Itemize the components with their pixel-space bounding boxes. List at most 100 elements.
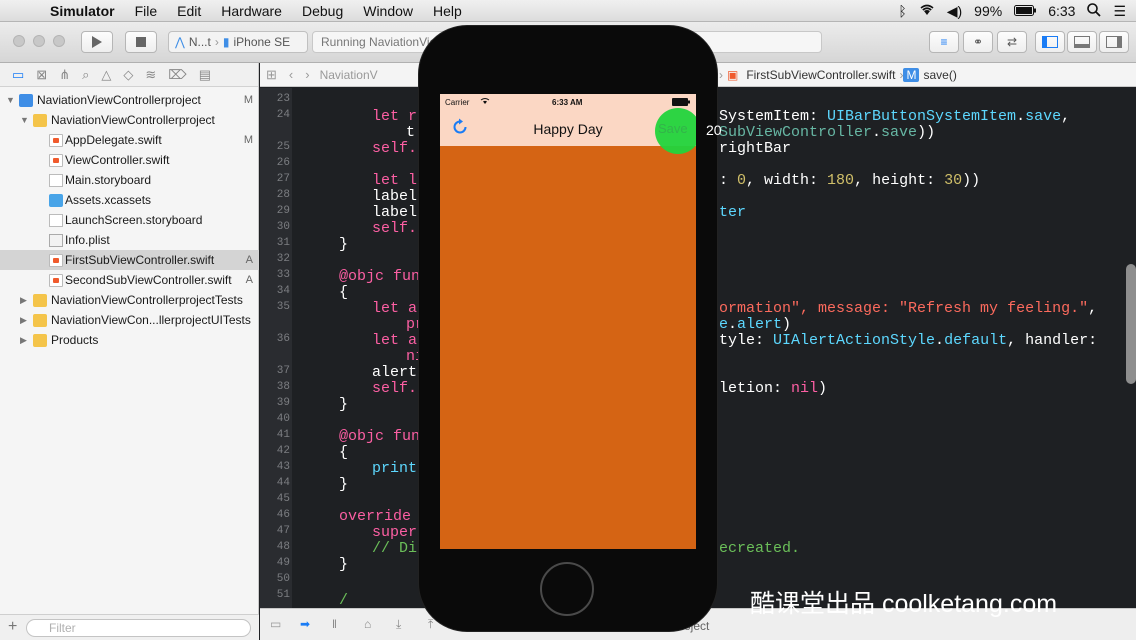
report-icon[interactable]: ▤ <box>199 67 211 83</box>
menu-debug[interactable]: Debug <box>292 3 353 19</box>
toggle-utilities-button[interactable] <box>1099 31 1129 53</box>
test-icon[interactable]: ◇ <box>123 67 133 83</box>
tree-item-file[interactable]: Main.storyboard <box>0 170 259 190</box>
disclosure-closed-icon[interactable]: ▶ <box>20 335 27 346</box>
menu-file[interactable]: File <box>125 3 168 19</box>
hierarchy-icon[interactable]: ⋔ <box>59 67 70 83</box>
version-editor-button[interactable]: ⇄ <box>997 31 1027 53</box>
battery-percent[interactable]: 99% <box>974 3 1002 19</box>
add-file-button[interactable]: + <box>8 618 17 636</box>
code-token: label <box>372 188 418 205</box>
battery-icon <box>672 98 690 108</box>
wifi-icon[interactable] <box>919 3 935 19</box>
tree-item-file[interactable]: Info.plist <box>0 230 259 250</box>
code-token: override f <box>339 508 430 525</box>
ios-clock: 6:33 AM <box>552 98 583 107</box>
code-token: "Refresh my feeling." <box>899 300 1089 317</box>
tree-item-file[interactable]: AppDelegate.swift M <box>0 130 259 150</box>
tree-item-group[interactable]: ▶ NaviationViewCon...llerprojectUITests <box>0 310 259 330</box>
minimize-window-button[interactable] <box>33 35 45 47</box>
hide-debug-area-icon[interactable]: ▭ <box>270 617 281 631</box>
tree-item-label: Assets.xcassets <box>65 193 152 207</box>
toggle-navigator-button[interactable] <box>1035 31 1065 53</box>
breadcrumb-project[interactable]: NaviationV <box>316 68 382 82</box>
issue-icon[interactable]: △ <box>101 67 111 83</box>
bluetooth-icon[interactable]: ᛒ <box>898 3 906 19</box>
disclosure-open-icon[interactable]: ▼ <box>6 95 15 105</box>
plist-file-icon <box>49 233 63 247</box>
notification-center-icon[interactable]: ☰ <box>1113 3 1126 20</box>
zoom-window-button[interactable] <box>53 35 65 47</box>
project-icon <box>19 93 33 107</box>
code-line-37: alert. <box>372 364 426 381</box>
tree-item-file[interactable]: LaunchScreen.storyboard <box>0 210 259 230</box>
assistant-editor-button[interactable]: ⚭ <box>963 31 993 53</box>
stop-button[interactable] <box>125 31 157 53</box>
battery-icon[interactable] <box>1014 3 1037 19</box>
tree-item-file[interactable]: Assets.xcassets <box>0 190 259 210</box>
code-token: , width: <box>746 172 828 189</box>
volume-icon[interactable]: ◀︎) <box>947 3 962 20</box>
step-into-icon[interactable]: ⤓ <box>396 617 401 632</box>
spotlight-search-icon[interactable] <box>1087 2 1102 20</box>
code-line-25-right: rightBar <box>719 140 791 157</box>
related-items-icon[interactable]: ⊞ <box>260 67 283 83</box>
toggle-debug-area-button[interactable] <box>1067 31 1097 53</box>
save-button[interactable]: Save <box>658 121 688 136</box>
left-panel-icon <box>1042 36 1058 48</box>
menu-clock[interactable]: 6:33 <box>1048 3 1075 19</box>
tree-item-group[interactable]: ▼ NaviationViewControllerproject <box>0 110 259 130</box>
source-control-icon[interactable]: ⊠ <box>36 67 47 83</box>
scheme-selector[interactable]: ⋀ N...t › ▮ iPhone SE <box>168 31 308 53</box>
tree-item-project-root[interactable]: ▼ NaviationViewControllerproject M <box>0 90 259 110</box>
home-button[interactable] <box>540 562 594 616</box>
filter-input[interactable]: Filter <box>26 619 251 637</box>
breakpoints-toggle-icon[interactable]: ➡ <box>300 617 310 631</box>
menu-help[interactable]: Help <box>423 3 472 19</box>
forward-arrow-icon[interactable]: › <box>299 67 315 82</box>
pause-icon[interactable]: ‖ <box>332 617 337 631</box>
swift-file-icon <box>49 273 63 287</box>
code-token: save <box>1025 108 1062 125</box>
simulator-screen[interactable]: Carrier 6:33 AM Happy Day Save <box>440 94 696 549</box>
code-token: ) <box>818 380 828 397</box>
code-comment: ecreated. <box>719 540 801 557</box>
back-arrow-icon[interactable]: ‹ <box>283 67 299 82</box>
debug-icon[interactable]: ≋ <box>145 67 156 83</box>
folder-icon <box>33 293 47 307</box>
disclosure-open-icon[interactable]: ▼ <box>20 115 29 125</box>
overflow-text: 20 <box>706 122 722 138</box>
tree-item-file[interactable]: ViewController.swift <box>0 150 259 170</box>
code-token: let a <box>372 300 418 317</box>
close-window-button[interactable] <box>13 35 25 47</box>
find-icon[interactable]: ⌕ <box>82 67 89 83</box>
breadcrumb-file[interactable]: FirstSubViewController.swift <box>742 68 899 82</box>
tree-item-label: FirstSubViewController.swift <box>65 253 215 267</box>
menu-window[interactable]: Window <box>353 3 423 19</box>
tree-item-group[interactable]: ▶ Products <box>0 330 259 350</box>
disclosure-closed-icon[interactable]: ▶ <box>20 295 27 306</box>
code-token: { <box>339 284 349 301</box>
breakpoint-icon[interactable]: ⌦ <box>168 67 186 83</box>
watermark-text: 酷课堂出品 coolketang.com <box>750 590 1058 618</box>
storyboard-file-icon <box>49 213 63 227</box>
code-token: let ac <box>372 332 427 349</box>
code-token: } <box>339 476 349 493</box>
breadcrumb-method[interactable]: save() <box>919 68 960 82</box>
editor-scrollbar[interactable] <box>1126 264 1136 384</box>
disclosure-closed-icon[interactable]: ▶ <box>20 315 27 326</box>
line-number: 49 <box>276 557 290 569</box>
menu-edit[interactable]: Edit <box>167 3 211 19</box>
run-button[interactable] <box>81 31 113 53</box>
standard-editor-button[interactable]: ≡ <box>929 31 959 53</box>
menu-app-name[interactable]: Simulator <box>40 3 125 19</box>
tree-item-file[interactable]: SecondSubViewController.swift A <box>0 270 259 290</box>
tree-item-group[interactable]: ▶ NaviationViewControllerprojectTests <box>0 290 259 310</box>
menu-hardware[interactable]: Hardware <box>211 3 292 19</box>
step-over-icon[interactable]: ⌂ <box>364 617 371 631</box>
line-number: 39 <box>276 397 290 409</box>
code-token: , height: <box>854 172 945 189</box>
tree-item-file-selected[interactable]: FirstSubViewController.swift A <box>0 250 259 270</box>
step-out-icon[interactable]: ⤒ <box>428 617 433 632</box>
folder-icon[interactable]: ▭ <box>12 67 24 83</box>
